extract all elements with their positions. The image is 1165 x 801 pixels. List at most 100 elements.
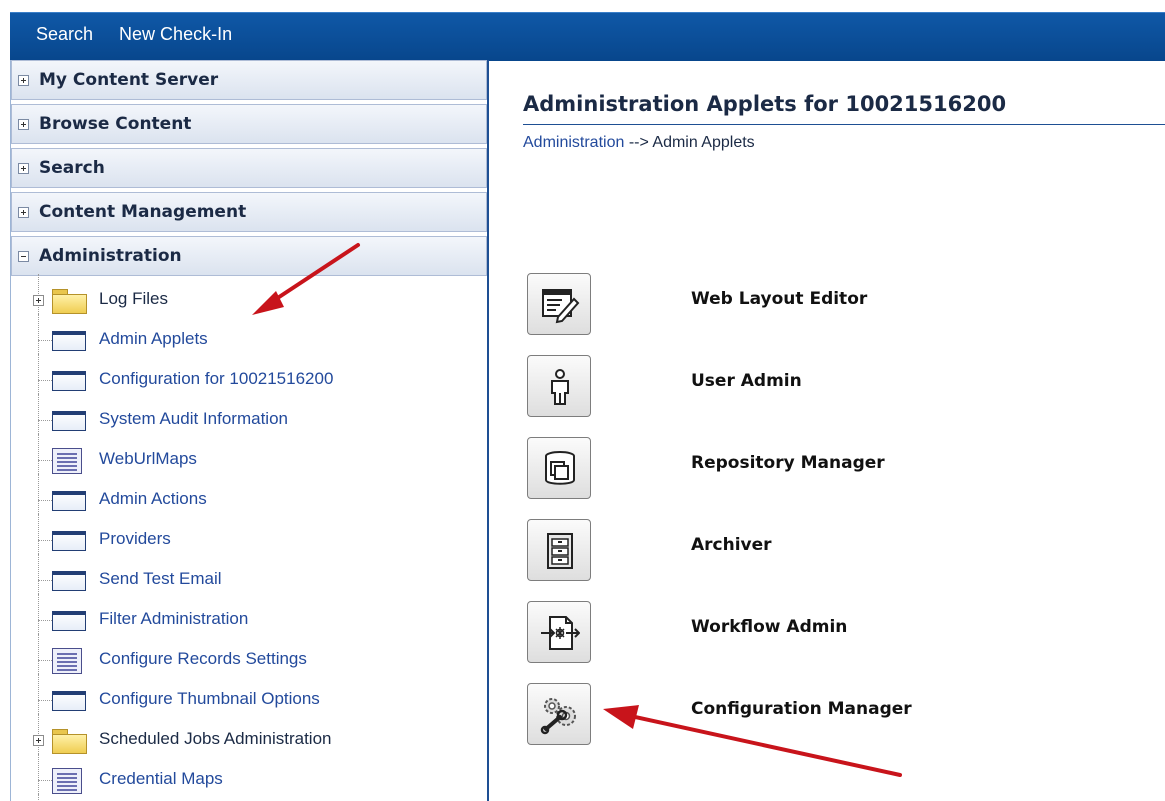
- top-bar: Search New Check-In: [0, 0, 1165, 61]
- tree-connector: [38, 274, 39, 314]
- applet-workflow-admin[interactable]: Workflow Admin: [527, 601, 847, 663]
- tree-item-configuration[interactable]: Configuration for 10021516200: [11, 354, 487, 400]
- breadcrumb-separator: -->: [624, 134, 653, 151]
- nav-new-check-in-link[interactable]: New Check-In: [119, 24, 232, 45]
- panel-administration[interactable]: Administration: [11, 236, 487, 276]
- folder-icon: [52, 289, 87, 314]
- tree-connector: [38, 714, 39, 754]
- applet-label[interactable]: Web Layout Editor: [691, 289, 867, 309]
- tree-item-label[interactable]: System Audit Information: [99, 409, 288, 429]
- workflow-admin-button[interactable]: [527, 601, 591, 663]
- tree-item-label[interactable]: Log Files: [99, 289, 168, 309]
- tree-item-label[interactable]: Admin Actions: [99, 489, 207, 509]
- tree-item-label[interactable]: Configure Thumbnail Options: [99, 689, 320, 709]
- breadcrumb: Administration --> Admin Applets: [523, 134, 755, 152]
- tree-item-label[interactable]: Credential Maps: [99, 769, 223, 789]
- workflow-admin-icon: [541, 616, 580, 650]
- collapse-icon[interactable]: [18, 250, 29, 262]
- tree-item-weburlmaps[interactable]: WebUrlMaps: [11, 434, 487, 480]
- tree-connector: [38, 580, 52, 581]
- panel-content-management[interactable]: Content Management: [11, 192, 487, 232]
- nav-search-link[interactable]: Search: [36, 24, 93, 45]
- page-icon: [52, 411, 86, 431]
- expand-icon[interactable]: [33, 735, 44, 746]
- tree-connector: [38, 620, 52, 621]
- tree-connector: [38, 340, 52, 341]
- tree-connector: [38, 500, 52, 501]
- breadcrumb-current: Admin Applets: [652, 134, 755, 151]
- applet-web-layout-editor[interactable]: Web Layout Editor: [527, 273, 867, 335]
- tree-item-admin-applets[interactable]: Admin Applets: [11, 314, 487, 360]
- tree-item-filter-administration[interactable]: Filter Administration: [11, 594, 487, 640]
- panel-my-content-server[interactable]: My Content Server: [11, 60, 487, 100]
- panel-search[interactable]: Search: [11, 148, 487, 188]
- tree-item-providers[interactable]: Providers: [11, 514, 487, 560]
- tree-connector: [38, 434, 39, 474]
- page-icon: [52, 571, 86, 591]
- tree-item-admin-actions[interactable]: Admin Actions: [11, 474, 487, 520]
- web-layout-editor-icon: [542, 289, 580, 324]
- applet-label[interactable]: Archiver: [691, 535, 772, 555]
- page-icon: [52, 611, 86, 631]
- admin-tree: Log Files Admin Applets Configuration fo…: [11, 274, 487, 801]
- document-icon: [52, 448, 82, 474]
- tree-connector: [38, 700, 52, 701]
- expand-icon[interactable]: [18, 118, 29, 130]
- tree-item-label[interactable]: Configure Records Settings: [99, 649, 307, 669]
- tree-item-label[interactable]: Scheduled Jobs Administration: [99, 729, 331, 749]
- repository-manager-button[interactable]: [527, 437, 591, 499]
- tree-connector: [38, 754, 39, 794]
- applet-user-admin[interactable]: User Admin: [527, 355, 802, 417]
- web-layout-editor-button[interactable]: [527, 273, 591, 335]
- expand-icon[interactable]: [18, 74, 29, 86]
- tree-connector: [38, 394, 39, 434]
- tree-item-label[interactable]: Configuration for 10021516200: [99, 369, 333, 389]
- applet-label[interactable]: Configuration Manager: [691, 699, 912, 719]
- tree-item-configure-thumbnail-options[interactable]: Configure Thumbnail Options: [11, 674, 487, 720]
- panel-label: Content Management: [39, 202, 247, 222]
- tree-item-send-test-email[interactable]: Send Test Email: [11, 554, 487, 600]
- tree-item-label[interactable]: Send Test Email: [99, 569, 222, 589]
- applet-configuration-manager[interactable]: Configuration Manager: [527, 683, 912, 745]
- breadcrumb-link-administration[interactable]: Administration: [523, 134, 624, 151]
- tree-connector: [38, 540, 52, 541]
- applet-label[interactable]: Repository Manager: [691, 453, 885, 473]
- tree-item-configure-records-settings[interactable]: Configure Records Settings: [11, 634, 487, 680]
- applet-archiver[interactable]: Archiver: [527, 519, 772, 581]
- user-admin-button[interactable]: [527, 355, 591, 417]
- page-icon: [52, 331, 86, 351]
- applet-repository-manager[interactable]: Repository Manager: [527, 437, 885, 499]
- applet-label[interactable]: Workflow Admin: [691, 617, 847, 637]
- user-admin-icon: [551, 369, 569, 405]
- panel-label: Search: [39, 158, 105, 178]
- expand-icon[interactable]: [18, 162, 29, 174]
- repository-manager-icon: [545, 451, 575, 485]
- tree-connector: [38, 594, 39, 634]
- tree-item-scheduled-jobs-administration[interactable]: Scheduled Jobs Administration: [11, 714, 487, 760]
- tree-item-system-audit-information[interactable]: System Audit Information: [11, 394, 487, 440]
- archiver-button[interactable]: [527, 519, 591, 581]
- applet-label[interactable]: User Admin: [691, 371, 802, 391]
- tree-item-label[interactable]: Filter Administration: [99, 609, 248, 629]
- page-icon: [52, 691, 86, 711]
- top-nav: Search New Check-In: [36, 24, 232, 45]
- tree-item-credential-maps[interactable]: Credential Maps: [11, 754, 487, 800]
- tree-connector: [38, 420, 52, 421]
- document-icon: [52, 648, 82, 674]
- expand-icon[interactable]: [18, 206, 29, 218]
- title-divider: [523, 124, 1165, 125]
- tree-item-label[interactable]: WebUrlMaps: [99, 449, 197, 469]
- sidebar-panel: My Content Server Browse Content Search …: [10, 60, 489, 801]
- tree-item-label[interactable]: Providers: [99, 529, 171, 549]
- tree-item-log-files[interactable]: Log Files: [11, 274, 487, 320]
- tree-connector: [38, 660, 52, 661]
- expand-icon[interactable]: [33, 295, 44, 306]
- tree-connector: [38, 354, 39, 394]
- sidebar: My Content Server Browse Content Search …: [10, 60, 489, 801]
- page-icon: [52, 491, 86, 511]
- tree-connector: [38, 314, 39, 354]
- panel-browse-content[interactable]: Browse Content: [11, 104, 487, 144]
- folder-icon: [52, 729, 87, 754]
- configuration-manager-button[interactable]: [527, 683, 591, 745]
- tree-item-label[interactable]: Admin Applets: [99, 329, 208, 349]
